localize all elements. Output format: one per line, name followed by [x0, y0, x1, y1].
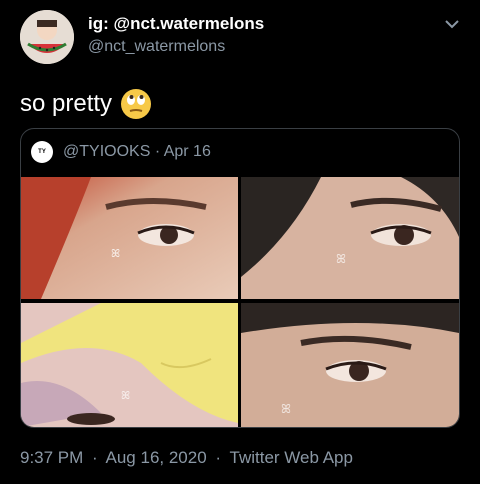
tweet-date[interactable]: Aug 16, 2020 [106, 448, 207, 467]
quoted-author-meta[interactable]: @TYIOOKS · Apr 16 [63, 143, 211, 161]
media-image-2[interactable]: ꕤ [241, 177, 459, 299]
quoted-tweet-header: TY @TYIOOKS · Apr 16 [31, 141, 211, 163]
separator-dot: · [215, 448, 222, 467]
svg-text:ꕤ: ꕤ [121, 390, 130, 402]
svg-text:ꕤ: ꕤ [281, 402, 291, 416]
tweet-time[interactable]: 9:37 PM [20, 448, 83, 467]
tweet-source[interactable]: Twitter Web App [230, 448, 353, 467]
avatar[interactable] [20, 10, 74, 64]
display-name[interactable]: ig: @nct.watermelons [88, 14, 264, 34]
media-image-1[interactable]: ꕤ [21, 177, 238, 299]
quoted-avatar[interactable]: TY [31, 141, 53, 163]
face-with-rolling-eyes-emoji [121, 89, 152, 119]
tweet-body: so pretty [20, 90, 113, 117]
user-handle[interactable]: @nct_watermelons [88, 38, 225, 56]
media-grid: ꕤ ꕤ ꕤ ꕤ [21, 177, 459, 427]
chevron-down-icon[interactable] [442, 16, 462, 32]
watermelon-avatar-icon [20, 10, 74, 64]
media-image-3[interactable]: ꕤ [21, 303, 238, 427]
media-image-4[interactable]: ꕤ [241, 303, 459, 427]
tweet-footer: 9:37 PM · Aug 16, 2020 · Twitter Web App [20, 448, 353, 468]
quoted-tweet[interactable]: TY @TYIOOKS · Apr 16 ꕤ ꕤ ꕤ ꕤ [20, 128, 460, 428]
tweet-text: so pretty [20, 88, 152, 120]
svg-text:ꕤ: ꕤ [336, 252, 346, 266]
svg-text:ꕤ: ꕤ [111, 248, 120, 260]
separator-dot: · [92, 448, 98, 467]
